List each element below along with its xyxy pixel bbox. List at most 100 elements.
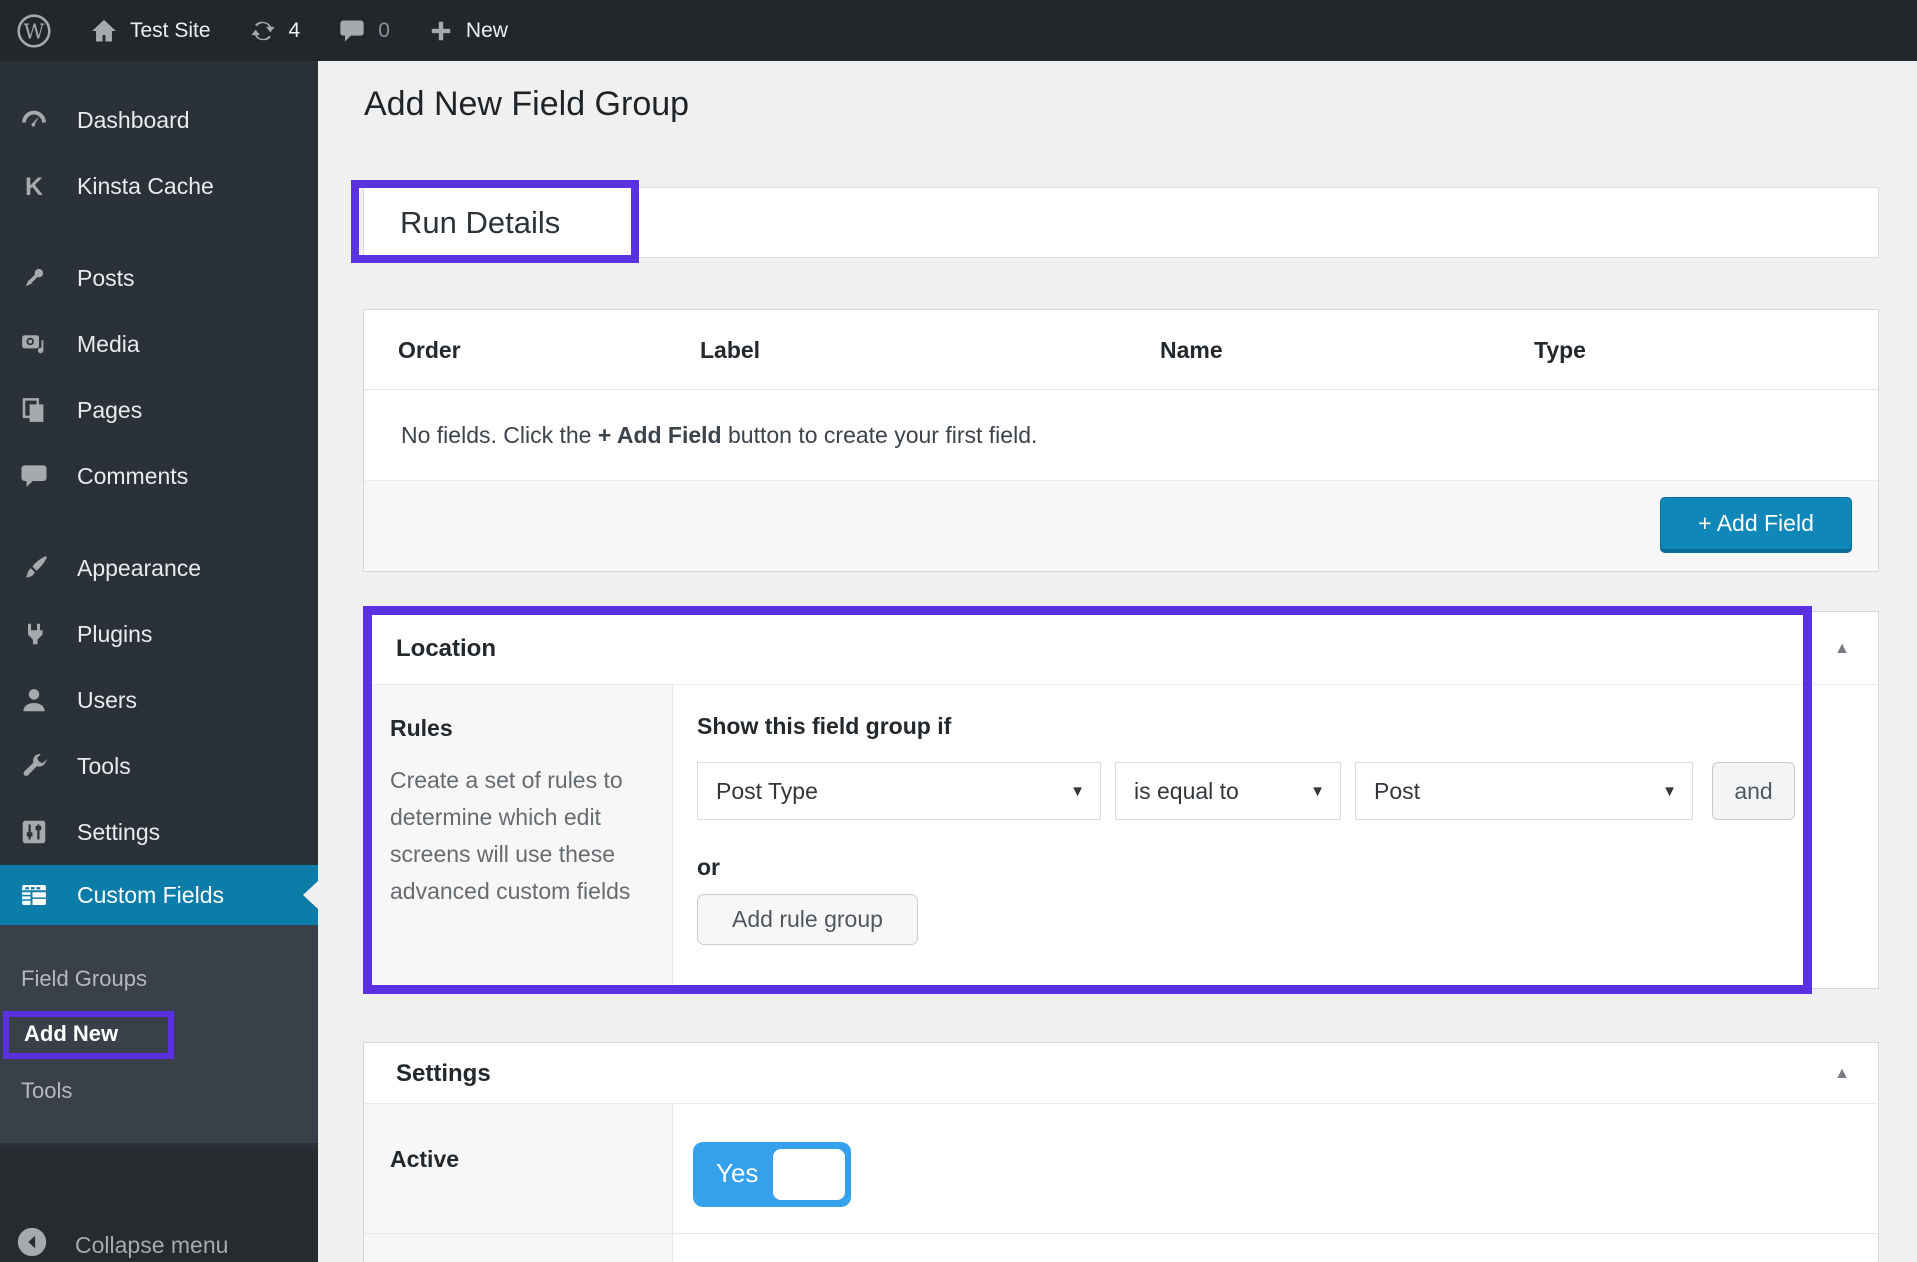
sidebar-item-pages[interactable]: Pages <box>0 377 318 443</box>
column-header-label: Label <box>700 310 760 390</box>
submenu-item-label: Tools <box>21 1078 72 1104</box>
sidebar-item-label: Kinsta Cache <box>77 173 214 200</box>
no-fields-text-prefix: No fields. Click the <box>401 422 598 449</box>
no-fields-message: No fields. Click the + Add Field button … <box>364 390 1878 481</box>
fields-table-header: Order Label Name Type <box>364 310 1878 390</box>
sidebar-item-tools[interactable]: Tools <box>0 733 318 799</box>
sidebar-item-field-groups[interactable]: Field Groups <box>0 951 318 1007</box>
menu-separator <box>0 219 318 245</box>
updates-icon <box>249 17 277 45</box>
updates-menu[interactable]: 4 <box>249 17 301 45</box>
menu-separator <box>0 509 318 535</box>
collapse-arrow-icon <box>15 1225 49 1262</box>
admin-sidebar: Dashboard K Kinsta Cache <box>0 61 318 1262</box>
active-toggle-value: Yes <box>716 1142 758 1205</box>
rule-value-select[interactable]: Post ▼ <box>1355 762 1693 820</box>
toggle-knob <box>773 1149 845 1200</box>
sidebar-item-custom-fields[interactable]: Custom Fields <box>0 865 318 925</box>
pages-icon <box>16 395 52 425</box>
site-name-menu[interactable]: Test Site <box>90 17 211 45</box>
settings-panel-header: Settings ▲ <box>364 1043 1878 1104</box>
location-panel-body: Rules Create a set of rules to determine… <box>364 685 1878 989</box>
settings-panel: Settings ▲ Active Yes <box>363 1042 1879 1262</box>
sidebar-item-label: Media <box>77 331 140 358</box>
custom-fields-submenu: Field Groups Add New Tools <box>0 925 318 1143</box>
sidebar-item-label: Tools <box>77 753 131 780</box>
submenu-item-label: Add New <box>24 1021 118 1047</box>
sidebar-item-appearance[interactable]: Appearance <box>0 535 318 601</box>
sidebar-item-plugins[interactable]: Plugins <box>0 601 318 667</box>
sidebar-item-label: Comments <box>77 463 188 490</box>
sidebar-item-settings[interactable]: Settings <box>0 799 318 865</box>
comments-count: 0 <box>378 19 390 43</box>
fields-panel: Order Label Name Type No fields. Click t… <box>363 309 1879 572</box>
comments-menu[interactable]: 0 <box>338 17 390 45</box>
sidebar-item-label: Appearance <box>77 555 201 582</box>
settings-active-row: Active Yes <box>364 1104 1878 1234</box>
wrench-icon <box>16 751 52 781</box>
dashboard-icon <box>16 105 52 135</box>
sidebar-item-label: Custom Fields <box>77 882 224 909</box>
svg-text:W: W <box>24 19 45 43</box>
main-content: Add New Field Group Run Details Order La… <box>318 61 1917 1262</box>
no-fields-text-suffix: button to create your first field. <box>722 422 1038 449</box>
submenu-item-label: Field Groups <box>21 966 147 992</box>
sidebar-item-label: Posts <box>77 265 135 292</box>
show-field-group-if-label: Show this field group if <box>697 713 1854 740</box>
user-icon <box>16 685 52 715</box>
kinsta-icon: K <box>16 171 52 201</box>
settings-panel-title: Settings <box>396 1043 491 1104</box>
or-label: or <box>697 854 1854 881</box>
rule-operator-select[interactable]: is equal to ▼ <box>1115 762 1341 820</box>
comments-icon <box>16 461 52 491</box>
collapse-menu-button[interactable]: Collapse menu <box>0 1225 318 1262</box>
chevron-down-icon: ▼ <box>1310 783 1325 800</box>
sidebar-item-label: Users <box>77 687 137 714</box>
rule-value-value: Post <box>1374 778 1420 805</box>
annotation-box-add-new: Add New <box>3 1011 174 1059</box>
settings-sliders-icon <box>16 817 52 847</box>
chevron-down-icon: ▼ <box>1662 783 1677 800</box>
rules-description: Create a set of rules to determine which… <box>390 762 646 910</box>
field-group-title-input[interactable]: Run Details <box>363 187 1879 258</box>
pushpin-icon <box>16 263 52 293</box>
add-rule-group-button[interactable]: Add rule group <box>697 894 918 945</box>
location-panel-title: Location <box>396 612 496 685</box>
updates-count: 4 <box>289 19 301 43</box>
and-rule-button[interactable]: and <box>1712 762 1795 820</box>
home-icon <box>90 17 118 45</box>
active-field-cell: Yes <box>673 1104 1878 1233</box>
settings-next-row-label-cell <box>364 1234 673 1262</box>
sidebar-item-add-new[interactable]: Add New <box>0 1007 318 1063</box>
settings-next-row <box>364 1234 1878 1262</box>
sidebar-item-kinsta-cache[interactable]: K Kinsta Cache <box>0 153 318 219</box>
sidebar-item-users[interactable]: Users <box>0 667 318 733</box>
collapse-panel-icon[interactable]: ▲ <box>1834 612 1850 685</box>
sidebar-item-label: Settings <box>77 819 160 846</box>
rule-param-value: Post Type <box>716 778 818 805</box>
admin-bar: W Test Site 4 0 New <box>0 0 1917 61</box>
sidebar-item-acf-tools[interactable]: Tools <box>0 1063 318 1119</box>
plugin-icon <box>16 619 52 649</box>
admin-menu: Dashboard K Kinsta Cache <box>0 61 318 1143</box>
svg-text:K: K <box>25 173 43 201</box>
sidebar-item-label: Dashboard <box>77 107 190 134</box>
column-header-name: Name <box>1160 310 1223 390</box>
collapse-menu-label: Collapse menu <box>75 1232 228 1259</box>
sidebar-item-label: Plugins <box>77 621 152 648</box>
sidebar-item-dashboard[interactable]: Dashboard <box>0 87 318 153</box>
collapse-panel-icon[interactable]: ▲ <box>1834 1043 1850 1104</box>
no-fields-text-bold: + Add Field <box>598 422 722 449</box>
wordpress-logo-icon[interactable]: W <box>16 13 52 49</box>
sidebar-item-comments[interactable]: Comments <box>0 443 318 509</box>
sidebar-item-label: Pages <box>77 397 142 424</box>
rule-operator-value: is equal to <box>1134 778 1239 805</box>
location-rules-column: Rules Create a set of rules to determine… <box>364 685 673 989</box>
active-toggle[interactable]: Yes <box>693 1142 851 1207</box>
rule-param-select[interactable]: Post Type ▼ <box>697 762 1101 820</box>
add-field-button[interactable]: + Add Field <box>1660 497 1852 553</box>
sidebar-item-posts[interactable]: Posts <box>0 245 318 311</box>
sidebar-item-media[interactable]: Media <box>0 311 318 377</box>
new-content-menu[interactable]: New <box>428 18 508 44</box>
active-label: Active <box>364 1104 673 1233</box>
